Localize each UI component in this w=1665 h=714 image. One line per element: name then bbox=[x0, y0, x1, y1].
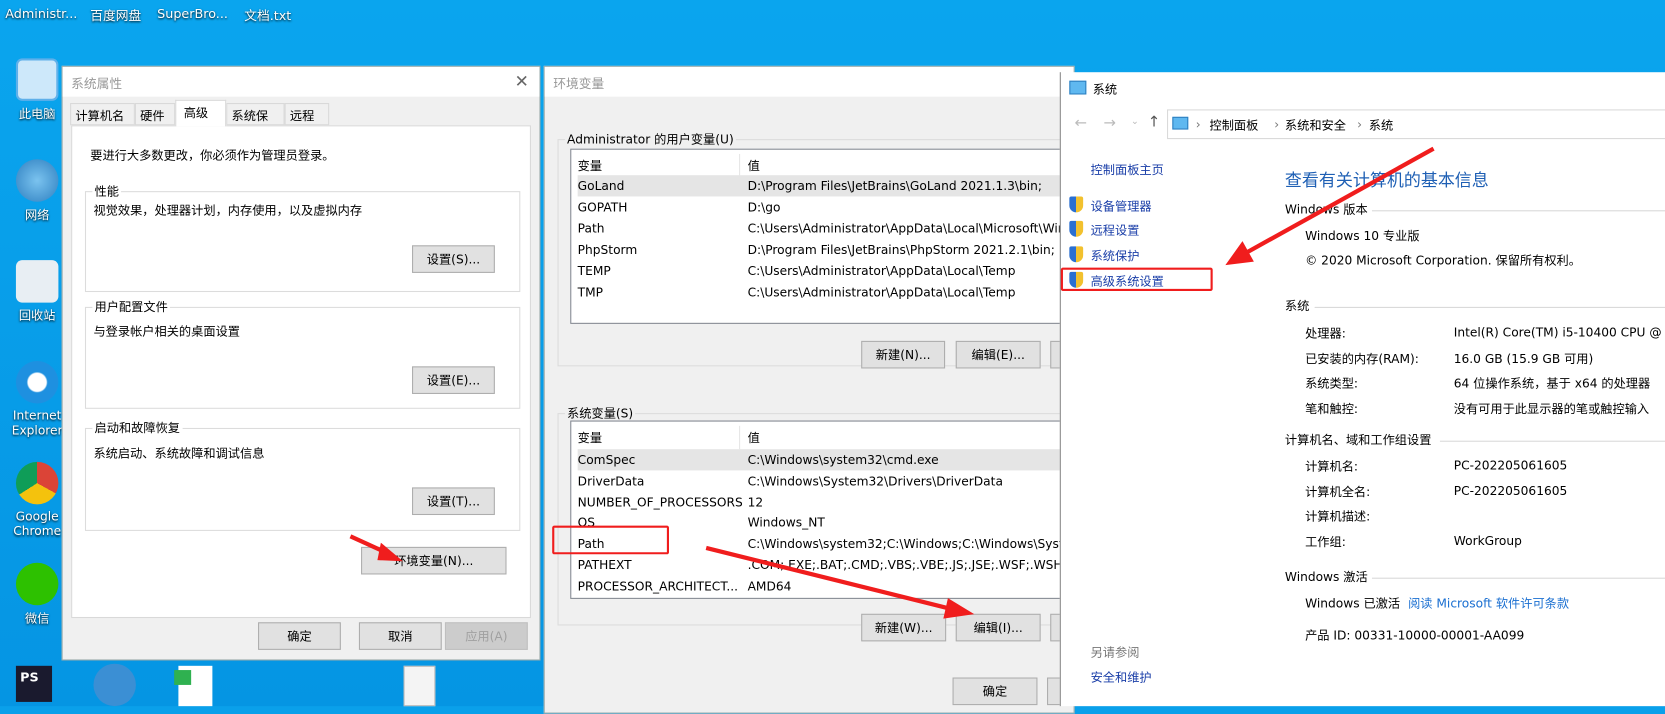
arrow-head bbox=[377, 542, 403, 562]
arrow-head bbox=[943, 598, 975, 619]
arrow-to-advanced-settings bbox=[1241, 146, 1435, 257]
arrow-head bbox=[1225, 241, 1254, 266]
arrow-to-edit-button bbox=[705, 545, 955, 612]
desktop: Administr... 百度网盘 SuperBro... 文档.txt 此电脑… bbox=[0, 0, 1665, 714]
annotation-arrows bbox=[349, 146, 1435, 619]
